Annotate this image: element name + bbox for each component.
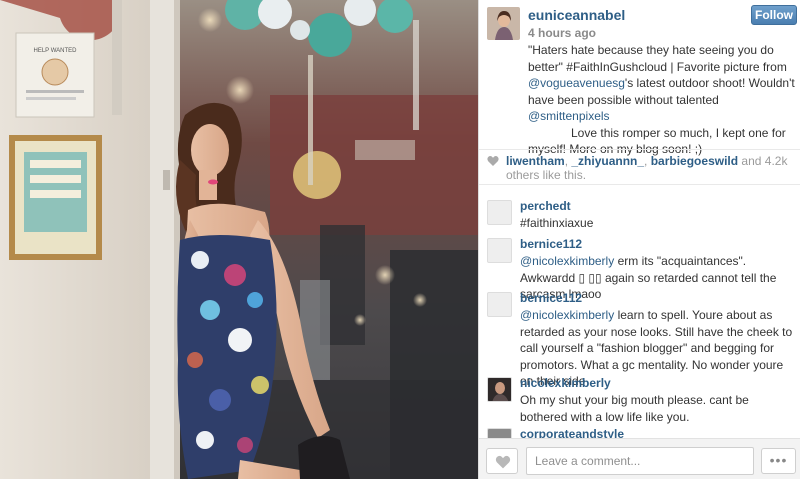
comment-item: corporateandstyle [479, 424, 800, 438]
comment-body: Oh my shut your big mouth please. cant b… [520, 393, 749, 424]
comment-input[interactable] [526, 447, 754, 475]
like-button[interactable] [486, 448, 518, 474]
caption-mention-smittenpixels[interactable]: @smittenpixels [528, 109, 610, 123]
liker-name[interactable]: barbiegoeswild [651, 154, 738, 168]
likes-text: liwentham, _zhiyuannn_, barbiegoeswild a… [506, 154, 796, 182]
avatar[interactable] [487, 7, 520, 40]
liker-name[interactable]: _zhiyuannn_ [571, 154, 644, 168]
heart-icon [487, 155, 499, 166]
comment-item: nicolexkimberly Oh my shut your big mout… [479, 373, 800, 425]
comment-avatar[interactable] [487, 428, 512, 438]
photo-image: HELP WANTED [0, 0, 478, 479]
comment-username[interactable]: perchedt [520, 199, 571, 213]
comment-avatar[interactable] [487, 292, 512, 317]
likes-section: liwentham, _zhiyuannn_, barbiegoeswild a… [479, 149, 800, 185]
caption-text-1: "Haters hate because they hate seeing yo… [528, 43, 787, 74]
comments-list[interactable]: perchedt #faithinxiaxue bernice112 @nico… [479, 188, 800, 438]
comment-avatar[interactable] [487, 200, 512, 225]
post-photo[interactable]: HELP WANTED [0, 0, 478, 479]
comment-mention[interactable]: @nicolexkimberly [520, 308, 614, 322]
liker-name[interactable]: liwentham [506, 154, 565, 168]
sign-text: HELP WANTED [33, 48, 77, 54]
comment-item: perchedt #faithinxiaxue [479, 196, 800, 231]
comment-body: #faithinxiaxue [520, 216, 594, 230]
comment-mention[interactable]: @nicolexkimberly [520, 254, 614, 268]
comment-username[interactable]: bernice112 [520, 237, 582, 251]
caption-mention-vogueavenuesg[interactable]: @vogueavenuesg [528, 76, 625, 90]
likes-separator: , [644, 154, 651, 168]
comment-avatar[interactable] [487, 238, 512, 263]
follow-button[interactable]: Follow [751, 5, 797, 25]
post-header: euniceannabel 4 hours ago Follow "Haters… [479, 0, 800, 156]
comment-text: #faithinxiaxue [520, 215, 798, 232]
post-username[interactable]: euniceannabel [528, 7, 625, 23]
comment-item: bernice112 @nicolexkimberly learn to spe… [479, 288, 800, 388]
comment-text: Oh my shut your big mouth please. cant b… [520, 392, 798, 425]
comment-item: bernice112 @nicolexkimberly erm its "acq… [479, 234, 800, 301]
post-side-panel: euniceannabel 4 hours ago Follow "Haters… [478, 0, 800, 479]
heart-icon [495, 455, 511, 469]
comment-username[interactable]: corporateandstyle [520, 427, 624, 438]
post-caption: "Haters hate because they hate seeing yo… [528, 42, 798, 158]
comment-footer: ••• [479, 438, 800, 479]
comment-username[interactable]: bernice112 [520, 291, 582, 305]
more-options-button[interactable]: ••• [761, 448, 796, 474]
post-timestamp: 4 hours ago [528, 26, 597, 40]
comment-username[interactable]: nicolexkimberly [520, 376, 611, 390]
comment-avatar[interactable] [487, 377, 512, 402]
